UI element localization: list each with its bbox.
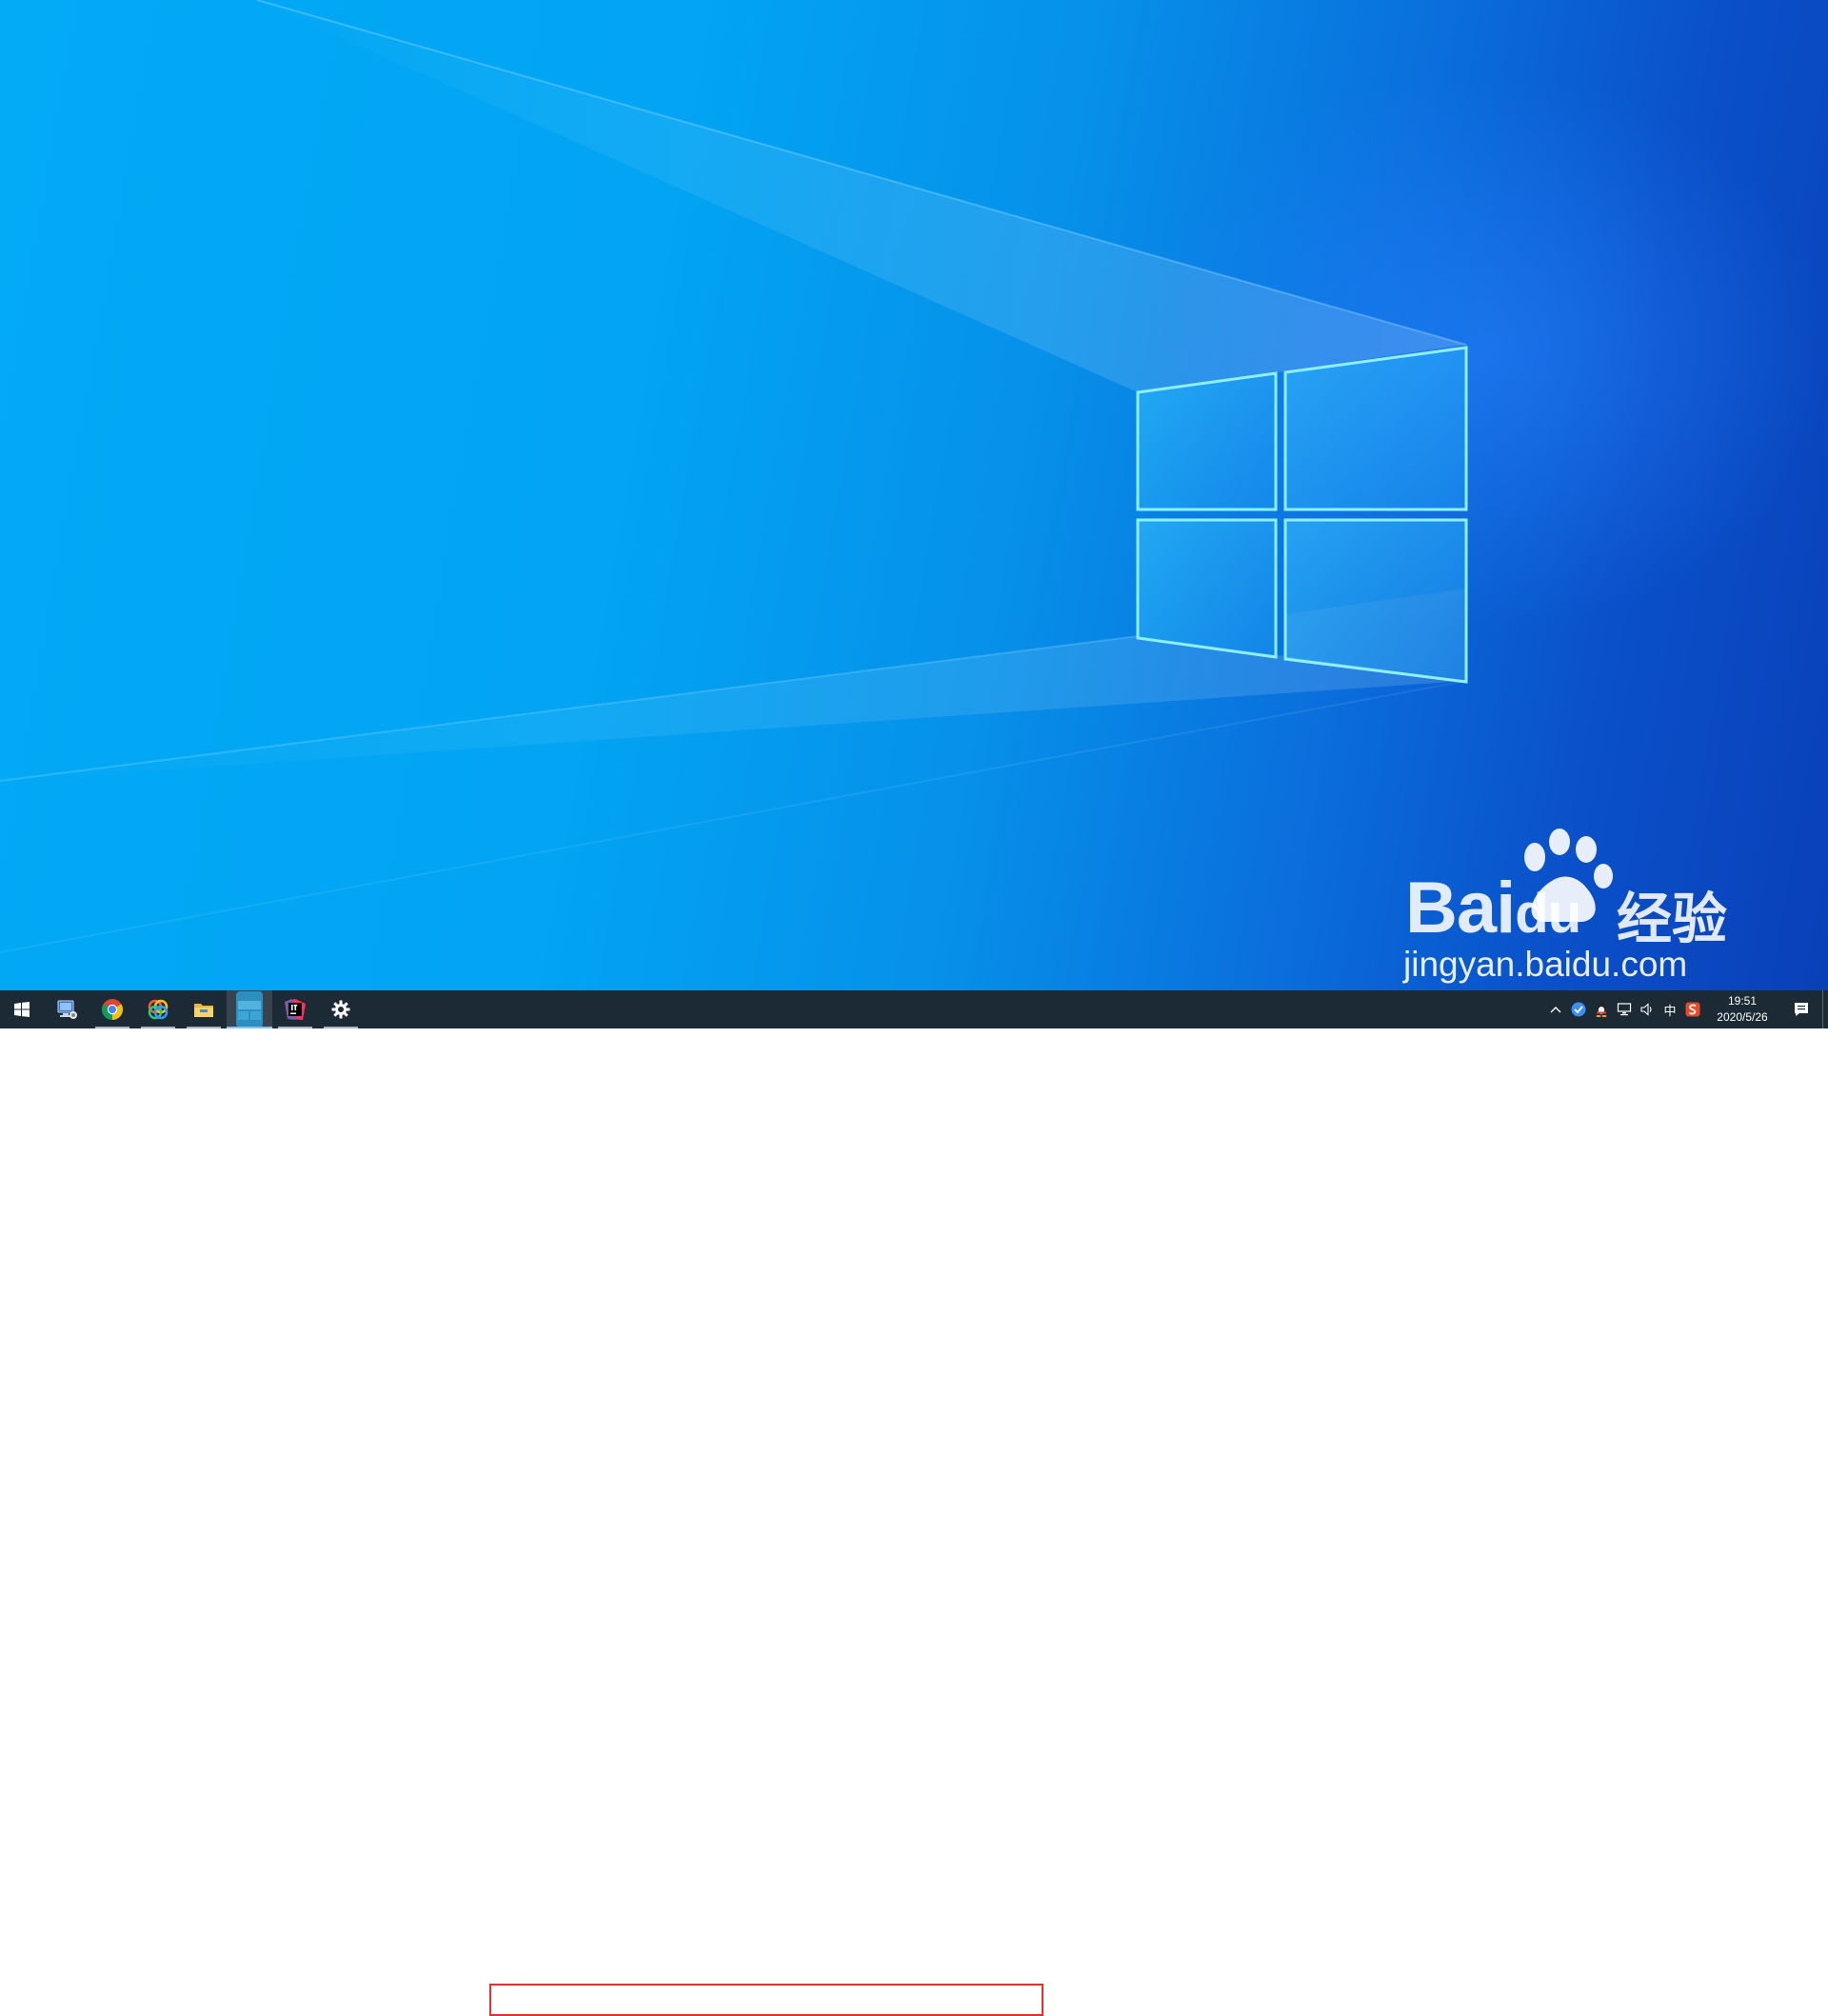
taskbar-active-window[interactable] xyxy=(227,990,272,1028)
taskbar-settings[interactable] xyxy=(318,990,364,1028)
taskbar-clock[interactable]: 19:51 2020/5/26 xyxy=(1704,990,1780,1028)
tray-sogou-ime[interactable] xyxy=(1681,990,1704,1028)
windows-start-icon xyxy=(14,1002,30,1017)
tray-network[interactable] xyxy=(1613,990,1636,1028)
taskbar-intellij[interactable] xyxy=(272,990,318,1028)
tray-volume[interactable] xyxy=(1636,990,1659,1028)
intellij-icon xyxy=(285,999,306,1020)
taskbar-this-pc[interactable] xyxy=(44,990,89,1028)
speaker-icon xyxy=(1640,1003,1652,1016)
taskbar: 中 19:51 2020/5/26 xyxy=(0,990,1828,2016)
computer-icon xyxy=(57,1000,77,1019)
gear-icon xyxy=(331,1000,350,1019)
folder-icon xyxy=(194,1004,213,1017)
show-desktop-button[interactable] xyxy=(1822,990,1828,1028)
start-button[interactable] xyxy=(0,990,44,1028)
rings-app-icon xyxy=(148,999,169,1020)
tray-app-blue[interactable] xyxy=(1567,990,1590,1028)
tray-show-hidden-icons[interactable] xyxy=(1544,990,1567,1028)
action-center-button[interactable] xyxy=(1780,990,1822,1028)
taskbar-file-explorer[interactable] xyxy=(181,990,227,1028)
blue-shield-icon xyxy=(1571,1002,1586,1017)
window-app-icon xyxy=(236,991,263,1028)
taskbar-highlight-box xyxy=(489,1984,1043,2016)
tray-app-qq[interactable] xyxy=(1590,990,1613,1028)
sogou-icon xyxy=(1685,1002,1700,1017)
windows-logo-wallpaper xyxy=(0,0,1468,953)
notification-icon xyxy=(1795,1003,1808,1016)
clock-date: 2020/5/26 xyxy=(1717,1010,1768,1024)
chevron-up-icon xyxy=(1550,1007,1561,1013)
taskbar-chrome[interactable] xyxy=(89,990,135,1028)
network-icon xyxy=(1617,1003,1632,1016)
tray-ime-indicator[interactable]: 中 xyxy=(1659,990,1681,1028)
taskbar-colorful-app[interactable] xyxy=(135,990,181,1028)
clock-time: 19:51 xyxy=(1727,994,1758,1008)
system-tray: 中 19:51 2020/5/26 xyxy=(1544,990,1828,1028)
chrome-icon xyxy=(102,999,123,1020)
penguin-icon xyxy=(1596,1003,1607,1017)
desktop[interactable]: Baidu 经验 jingyan.baidu.com xyxy=(0,0,1828,990)
